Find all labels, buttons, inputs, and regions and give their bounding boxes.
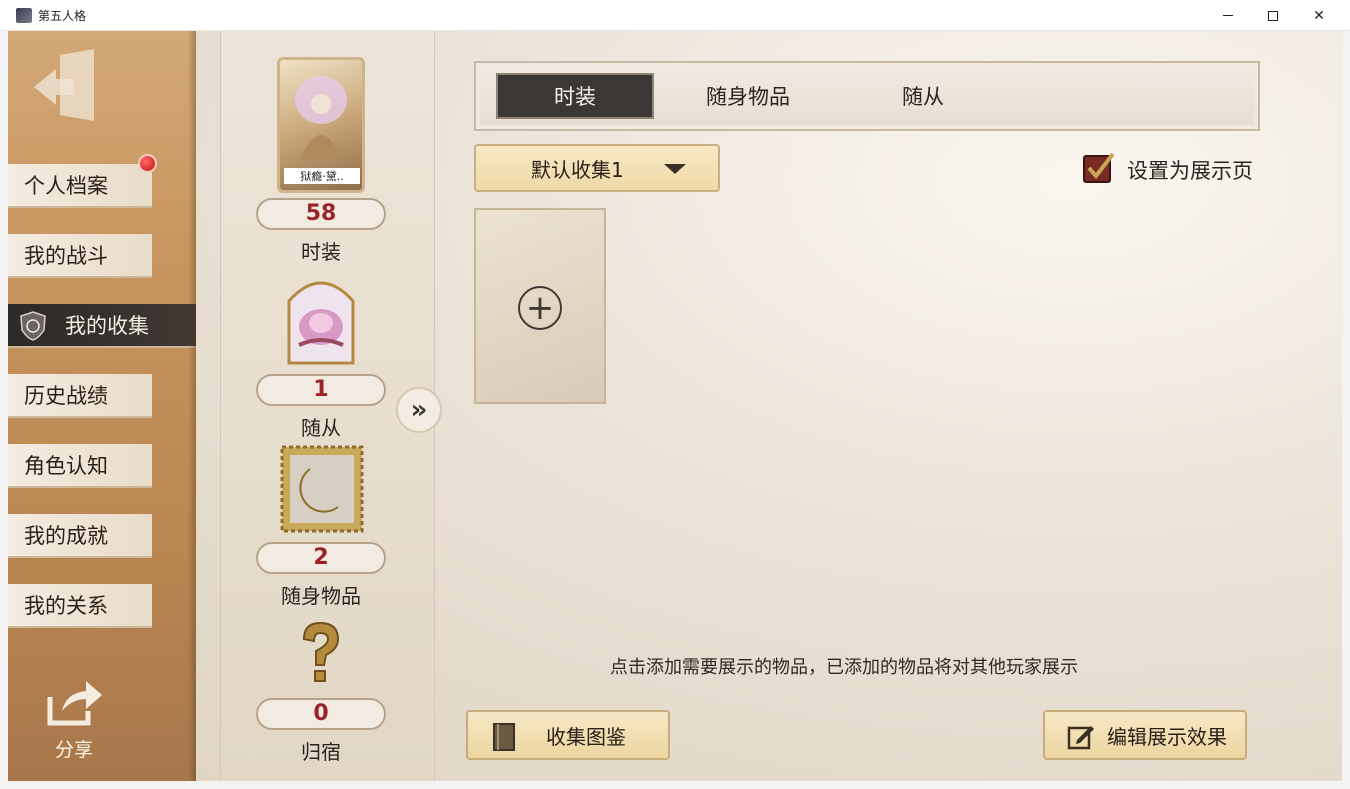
accessory-count: 2	[256, 542, 386, 574]
game-viewport: 个人档案 我的战斗 我的收集 历史战绩 角色认知 我的成就 我的关系 分享 狱瘾…	[8, 31, 1342, 781]
sidebar-item-role-knowledge[interactable]: 角色认知	[8, 444, 152, 488]
minimize-button[interactable]	[1205, 0, 1251, 31]
tab-costume[interactable]: 时装	[496, 73, 654, 119]
window-titlebar: 第五人格 ✕	[0, 0, 1350, 31]
costume-art-icon	[295, 76, 347, 160]
sidebar-item-label: 我的收集	[65, 314, 149, 338]
exit-icon[interactable]	[30, 49, 100, 127]
sidebar-item-achievements[interactable]: 我的成就	[8, 514, 152, 558]
left-nav-panel: 个人档案 我的战斗 我的收集 历史战绩 角色认知 我的成就 我的关系 分享	[8, 31, 196, 781]
question-mark-icon[interactable]	[294, 621, 346, 687]
edit-showcase-label: 编辑展示效果	[1107, 724, 1227, 749]
companion-count: 1	[256, 374, 386, 406]
collection-set-dropdown[interactable]: 默认收集1	[474, 144, 720, 192]
hint-text: 点击添加需要展示的物品，已添加的物品将对其他玩家展示	[610, 657, 1078, 678]
maximize-icon	[1268, 10, 1278, 21]
costume-card[interactable]: 狱瘾·黛..	[277, 57, 365, 193]
costume-label: 时装	[301, 240, 341, 264]
accessory-moon-icon[interactable]	[280, 445, 364, 533]
notification-dot	[138, 154, 157, 173]
sidebar-item-label: 历史战绩	[24, 384, 108, 408]
dropdown-value: 默认收集1	[531, 157, 624, 182]
collection-book-button[interactable]: 收集图鉴	[466, 710, 670, 760]
close-icon: ✕	[1313, 7, 1325, 24]
costume-card-label: 狱瘾·黛..	[284, 168, 360, 184]
sidebar-item-collection[interactable]: 我的收集	[8, 304, 196, 348]
book-icon	[493, 723, 515, 751]
plus-icon: +	[518, 286, 562, 330]
sidebar-item-label: 我的战斗	[24, 244, 108, 268]
sidebar-item-relationships[interactable]: 我的关系	[8, 584, 152, 628]
window-title: 第五人格	[38, 9, 87, 23]
costume-count: 58	[256, 198, 386, 230]
residence-count: 0	[256, 698, 386, 730]
showcase-checkbox[interactable]	[1082, 151, 1116, 185]
share-label: 分享	[54, 739, 93, 761]
showcase-label: 设置为展示页	[1127, 159, 1253, 183]
add-item-slot[interactable]: +	[474, 208, 606, 404]
share-icon[interactable]	[44, 677, 104, 729]
edit-icon	[1067, 726, 1094, 750]
close-button[interactable]: ✕	[1296, 0, 1342, 31]
sidebar-item-label: 个人档案	[24, 174, 108, 198]
shield-icon	[20, 311, 46, 341]
sidebar-item-label: 角色认知	[24, 454, 108, 478]
sidebar-item-label: 我的成就	[24, 524, 108, 548]
tab-companion[interactable]: 随从	[878, 73, 968, 119]
chevron-down-icon	[664, 164, 686, 174]
accessory-label: 随身物品	[281, 584, 361, 608]
app-icon	[16, 8, 32, 23]
tab-accessory[interactable]: 随身物品	[688, 73, 808, 119]
double-chevron-right-icon: »	[410, 395, 428, 425]
sidebar-item-history[interactable]: 历史战绩	[8, 374, 152, 418]
sidebar-item-battles[interactable]: 我的战斗	[8, 234, 152, 278]
collection-book-label: 收集图鉴	[546, 724, 626, 749]
sidebar-item-profile[interactable]: 个人档案	[8, 164, 152, 208]
sidebar-item-label: 我的关系	[24, 594, 108, 618]
companion-lotus-icon[interactable]	[275, 271, 367, 365]
maximize-button[interactable]	[1250, 0, 1296, 31]
companion-label: 随从	[301, 416, 341, 440]
expand-arrow-button[interactable]: »	[396, 387, 442, 433]
minimize-icon	[1223, 15, 1233, 16]
edit-showcase-button[interactable]: 编辑展示效果	[1043, 710, 1247, 760]
residence-label: 归宿	[301, 740, 341, 764]
